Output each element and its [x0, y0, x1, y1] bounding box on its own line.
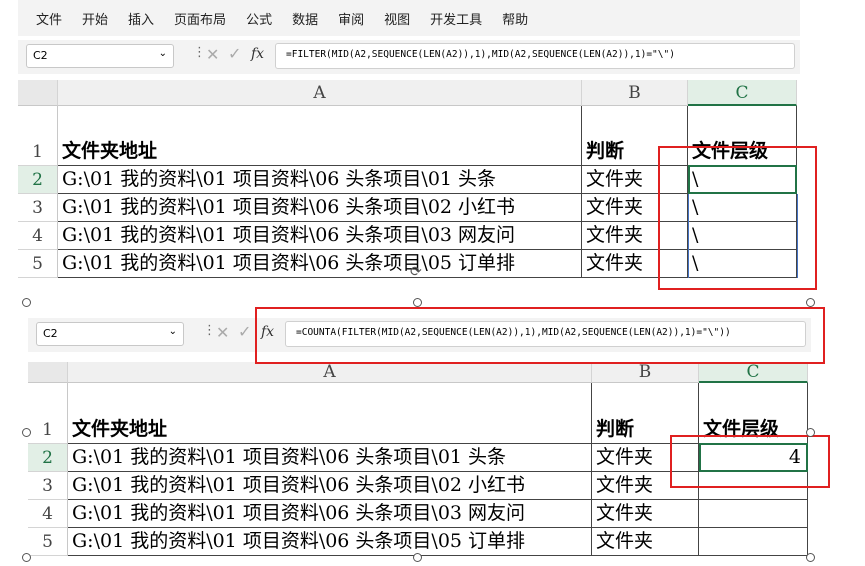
- menu-item[interactable]: 页面布局: [174, 9, 226, 28]
- header-cell[interactable]: 文件夹地址: [68, 383, 592, 444]
- cancel-icon[interactable]: ✕: [216, 323, 229, 342]
- select-all-corner[interactable]: [28, 362, 68, 383]
- name-box[interactable]: C2 ⌄: [26, 44, 174, 68]
- formula-input[interactable]: =FILTER(MID(A2,SEQUENCE(LEN(A2)),1),MID(…: [275, 43, 795, 69]
- column-header-c[interactable]: C: [699, 362, 808, 383]
- row-header-5[interactable]: 5: [28, 528, 68, 556]
- row-header-4[interactable]: 4: [18, 222, 58, 250]
- fx-icon[interactable]: fx: [251, 46, 264, 62]
- highlight-box: [255, 307, 825, 364]
- column-header-a[interactable]: A: [68, 362, 592, 383]
- resize-handle[interactable]: [22, 298, 31, 307]
- menu-bar: 文件 开始 插入 页面布局 公式 数据 审阅 视图 开发工具 帮助: [18, 0, 800, 36]
- header-cell[interactable]: 文件夹地址: [58, 106, 582, 166]
- name-box-value: C2: [43, 327, 58, 340]
- resize-handle[interactable]: [806, 298, 815, 307]
- enter-icon[interactable]: ✓: [238, 322, 251, 341]
- enter-icon[interactable]: ✓: [228, 44, 241, 63]
- table-cell[interactable]: [699, 500, 808, 528]
- row-header-5[interactable]: 5: [18, 250, 58, 278]
- table-cell[interactable]: G:\01 我的资料\01 项目资料\06 头条项目\02 小红书: [58, 194, 582, 222]
- cancel-icon[interactable]: ✕: [206, 45, 219, 64]
- table-cell[interactable]: G:\01 我的资料\01 项目资料\06 头条项目\01 头条: [58, 166, 582, 194]
- resize-handle[interactable]: [22, 428, 31, 437]
- table-cell[interactable]: 文件夹: [592, 500, 699, 528]
- resize-handle[interactable]: [413, 553, 422, 562]
- row-header-2[interactable]: 2: [18, 166, 58, 194]
- table-cell[interactable]: G:\01 我的资料\01 项目资料\06 头条项目\05 订单排: [58, 250, 582, 278]
- table-cell[interactable]: G:\01 我的资料\01 项目资料\06 头条项目\02 小红书: [68, 472, 592, 500]
- table-cell[interactable]: G:\01 我的资料\01 项目资料\06 头条项目\03 网友问: [68, 500, 592, 528]
- name-box[interactable]: C2 ⌄: [36, 322, 184, 346]
- name-box-value: C2: [33, 49, 48, 62]
- menu-item[interactable]: 插入: [128, 9, 154, 28]
- menu-item[interactable]: 开发工具: [430, 9, 482, 28]
- more-icon: ⋮: [193, 45, 206, 60]
- row-header-4[interactable]: 4: [28, 500, 68, 528]
- menu-item[interactable]: 审阅: [338, 9, 364, 28]
- rotate-handle-icon[interactable]: ⟳: [410, 264, 422, 280]
- highlight-box: [658, 146, 817, 290]
- column-header-b[interactable]: B: [582, 80, 688, 106]
- row-header-1[interactable]: 1: [28, 383, 68, 444]
- resize-handle[interactable]: [22, 553, 31, 562]
- resize-handle[interactable]: [806, 428, 815, 437]
- chevron-down-icon[interactable]: ⌄: [159, 48, 167, 59]
- more-icon: ⋮: [203, 323, 216, 338]
- row-header-1[interactable]: 1: [18, 106, 58, 166]
- chevron-down-icon[interactable]: ⌄: [169, 326, 177, 337]
- table-cell[interactable]: G:\01 我的资料\01 项目资料\06 头条项目\03 网友问: [58, 222, 582, 250]
- column-header-b[interactable]: B: [592, 362, 699, 383]
- menu-item[interactable]: 公式: [246, 9, 272, 28]
- row-header-3[interactable]: 3: [18, 194, 58, 222]
- resize-handle[interactable]: [806, 553, 815, 562]
- column-header-c[interactable]: C: [688, 80, 797, 106]
- row-header-3[interactable]: 3: [28, 472, 68, 500]
- menu-item[interactable]: 帮助: [502, 9, 528, 28]
- menu-item[interactable]: 文件: [36, 9, 62, 28]
- menu-item[interactable]: 开始: [82, 9, 108, 28]
- highlight-box: [670, 435, 830, 488]
- row-header-2[interactable]: 2: [28, 444, 68, 472]
- table-cell[interactable]: 文件夹: [592, 528, 699, 556]
- resize-handle[interactable]: [413, 298, 422, 307]
- menu-item[interactable]: 数据: [292, 9, 318, 28]
- table-cell[interactable]: [699, 528, 808, 556]
- table-cell[interactable]: G:\01 我的资料\01 项目资料\06 头条项目\01 头条: [68, 444, 592, 472]
- menu-item[interactable]: 视图: [384, 9, 410, 28]
- column-header-a[interactable]: A: [58, 80, 582, 106]
- table-cell[interactable]: G:\01 我的资料\01 项目资料\06 头条项目\05 订单排: [68, 528, 592, 556]
- select-all-corner[interactable]: [18, 80, 58, 106]
